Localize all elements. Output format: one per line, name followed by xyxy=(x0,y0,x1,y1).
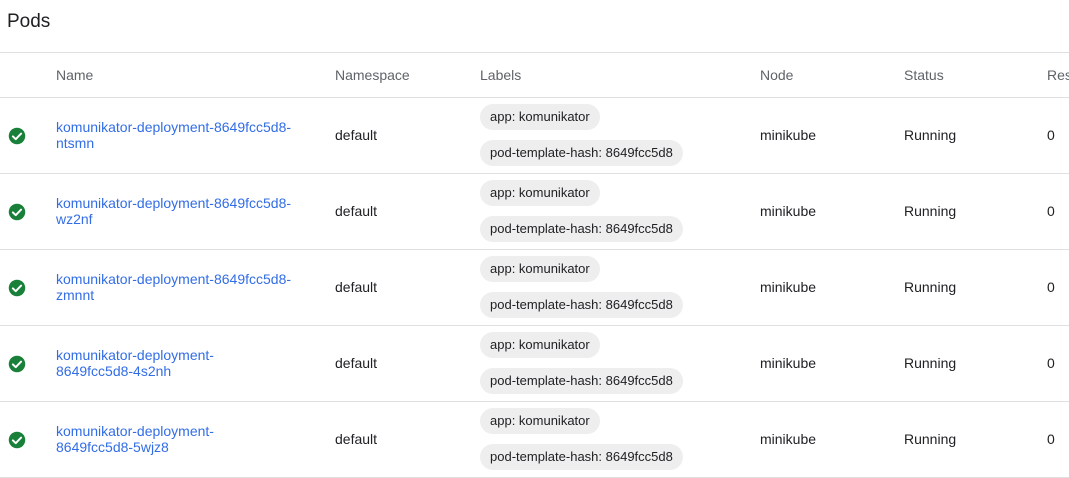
pod-name-line1: komunikator-deployment-8649fcc5d8- xyxy=(56,119,292,135)
column-header-labels: Labels xyxy=(480,67,522,83)
pod-namespace: default xyxy=(335,355,378,371)
column-header-restarts[interactable]: Res xyxy=(1047,67,1069,83)
check-circle-icon xyxy=(8,127,26,145)
label-chip: app: komunikator xyxy=(480,256,600,282)
pod-name-line2: 8649fcc5d8-4s2nh xyxy=(56,363,172,379)
pod-restarts: 0 xyxy=(1047,431,1055,447)
pod-node: minikube xyxy=(760,355,817,371)
pod-name-line2: zmnnt xyxy=(56,287,95,303)
label-chip: pod-template-hash: 8649fcc5d8 xyxy=(480,444,683,470)
column-header-status[interactable]: Status xyxy=(904,67,944,83)
check-circle-icon xyxy=(8,431,26,449)
table-row: komunikator-deployment-8649fcc5d8- zmnnt… xyxy=(0,250,1069,326)
pod-status: Running xyxy=(904,431,957,447)
pod-name-link[interactable]: komunikator-deployment- 8649fcc5d8-5wjz8 xyxy=(56,423,326,455)
pod-status: Running xyxy=(904,279,957,295)
column-header-node[interactable]: Node xyxy=(760,67,793,83)
pod-status: Running xyxy=(904,203,957,219)
label-chip: app: komunikator xyxy=(480,408,600,434)
pod-name-line2: ntsmn xyxy=(56,135,95,151)
label-chip: pod-template-hash: 8649fcc5d8 xyxy=(480,140,683,166)
pod-name-line1: komunikator-deployment-8649fcc5d8- xyxy=(56,271,292,287)
label-chip: app: komunikator xyxy=(480,180,600,206)
check-circle-icon xyxy=(8,203,26,221)
table-row: komunikator-deployment-8649fcc5d8- ntsmn… xyxy=(0,98,1069,174)
pod-node: minikube xyxy=(760,203,817,219)
pod-node: minikube xyxy=(760,279,817,295)
pod-namespace: default xyxy=(335,127,378,143)
pod-name-link[interactable]: komunikator-deployment-8649fcc5d8- wz2nf xyxy=(56,195,326,227)
check-circle-icon xyxy=(8,355,26,373)
label-chip: pod-template-hash: 8649fcc5d8 xyxy=(480,292,683,318)
pod-status: Running xyxy=(904,355,957,371)
pod-restarts: 0 xyxy=(1047,279,1055,295)
label-chip: app: komunikator xyxy=(480,332,600,358)
table-row: komunikator-deployment- 8649fcc5d8-4s2nh… xyxy=(0,326,1069,402)
pods-table: Name Namespace Labels Node Status Res ko… xyxy=(0,52,1069,478)
table-row: komunikator-deployment-8649fcc5d8- wz2nf… xyxy=(0,174,1069,250)
pod-name-line1: komunikator-deployment- xyxy=(56,423,214,439)
pod-name-line2: 8649fcc5d8-5wjz8 xyxy=(56,439,169,455)
pod-name-link[interactable]: komunikator-deployment-8649fcc5d8- ntsmn xyxy=(56,119,326,151)
column-header-namespace[interactable]: Namespace xyxy=(335,67,410,83)
table-row: komunikator-deployment- 8649fcc5d8-5wjz8… xyxy=(0,402,1069,478)
label-chip: pod-template-hash: 8649fcc5d8 xyxy=(480,368,683,394)
pod-name-line2: wz2nf xyxy=(56,211,93,227)
table-header: Name Namespace Labels Node Status Res xyxy=(0,52,1069,98)
check-circle-icon xyxy=(8,279,26,297)
pod-name-link[interactable]: komunikator-deployment-8649fcc5d8- zmnnt xyxy=(56,271,326,303)
pod-namespace: default xyxy=(335,203,378,219)
label-chip: app: komunikator xyxy=(480,104,600,130)
column-header-name[interactable]: Name xyxy=(56,67,93,83)
pod-namespace: default xyxy=(335,279,378,295)
pod-status: Running xyxy=(904,127,957,143)
pod-name-line1: komunikator-deployment- xyxy=(56,347,214,363)
label-chip: pod-template-hash: 8649fcc5d8 xyxy=(480,216,683,242)
pod-namespace: default xyxy=(335,431,378,447)
pod-restarts: 0 xyxy=(1047,127,1055,143)
pod-name-line1: komunikator-deployment-8649fcc5d8- xyxy=(56,195,292,211)
pod-restarts: 0 xyxy=(1047,355,1055,371)
pod-restarts: 0 xyxy=(1047,203,1055,219)
pod-name-link[interactable]: komunikator-deployment- 8649fcc5d8-4s2nh xyxy=(56,347,326,379)
page-title: Pods xyxy=(7,11,51,32)
pod-node: minikube xyxy=(760,127,817,143)
pod-node: minikube xyxy=(760,431,817,447)
